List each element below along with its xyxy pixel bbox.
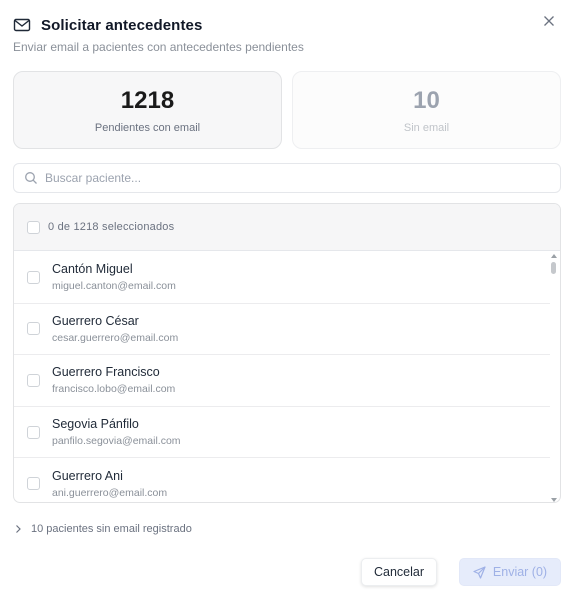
list-item[interactable]: Segovia Pánfilo panfilo.segovia@email.co… bbox=[14, 407, 550, 459]
selection-count: 0 de 1218 seleccionados bbox=[48, 221, 175, 233]
patient-name: Cantón Miguel bbox=[52, 262, 133, 277]
row-checkbox[interactable] bbox=[27, 270, 40, 284]
stat-no-email-label: Sin email bbox=[403, 121, 450, 134]
patient-name: Segovia Pánfilo bbox=[52, 417, 139, 432]
list-scrollbar[interactable] bbox=[548, 252, 560, 502]
search-input[interactable] bbox=[45, 171, 525, 185]
cancel-button[interactable]: Cancelar bbox=[361, 558, 437, 586]
close-icon[interactable] bbox=[538, 10, 560, 32]
row-checkbox[interactable] bbox=[27, 373, 40, 387]
list-item[interactable]: Guerrero Francisco francisco.lobo@email.… bbox=[14, 355, 550, 407]
patient-email: francisco.lobo@email.com bbox=[52, 383, 176, 396]
chevron-right-icon bbox=[13, 524, 23, 534]
no-email-patients-toggle[interactable]: 10 pacientes sin email registrado bbox=[13, 521, 192, 537]
patient-email: panfilo.segovia@email.com bbox=[52, 435, 181, 448]
list-item[interactable]: Cantón Miguel miguel.canton@email.com bbox=[14, 252, 550, 304]
no-email-patients-label: 10 pacientes sin email registrado bbox=[31, 523, 192, 535]
row-checkbox[interactable] bbox=[27, 425, 40, 439]
patient-name: Guerrero Francisco bbox=[52, 365, 160, 380]
dialog-title: Solicitar antecedentes bbox=[41, 16, 203, 34]
search-box bbox=[13, 163, 561, 193]
stat-pending-label: Pendientes con email bbox=[94, 121, 201, 134]
search-icon bbox=[24, 171, 38, 185]
scrollbar-thumb[interactable] bbox=[551, 262, 556, 274]
send-icon bbox=[473, 565, 486, 579]
row-checkbox[interactable] bbox=[27, 322, 40, 336]
patient-email: cesar.guerrero@email.com bbox=[52, 331, 179, 344]
row-checkbox[interactable] bbox=[27, 477, 40, 491]
stat-no-email: 10 Sin email bbox=[292, 71, 561, 149]
stat-no-email-value: 10 bbox=[413, 86, 440, 114]
patient-rows: Cantón Miguel miguel.canton@email.com Gu… bbox=[14, 252, 550, 502]
patient-email: ani.guerrero@email.com bbox=[52, 486, 168, 499]
stat-pending-with-email: 1218 Pendientes con email bbox=[13, 71, 282, 149]
scroll-up-arrow-icon[interactable] bbox=[551, 254, 557, 258]
list-item[interactable]: Guerrero Ani ani.guerrero@email.com bbox=[14, 458, 550, 502]
patient-email: miguel.canton@email.com bbox=[52, 280, 176, 293]
solicitar-antecedentes-dialog: Solicitar antecedentes Enviar email a pa… bbox=[0, 0, 575, 602]
patient-list: 0 de 1218 seleccionados Cantón Miguel mi… bbox=[13, 203, 561, 503]
dialog-subtitle: Enviar email a pacientes con antecedente… bbox=[13, 40, 304, 54]
mail-icon bbox=[13, 16, 31, 34]
scroll-down-arrow-icon[interactable] bbox=[551, 498, 557, 502]
send-button-label: Enviar (0) bbox=[492, 565, 548, 579]
patient-name: Guerrero Ani bbox=[52, 468, 123, 483]
dialog-header: Solicitar antecedentes bbox=[13, 14, 562, 36]
list-item[interactable]: Guerrero César cesar.guerrero@email.com bbox=[14, 304, 550, 356]
list-header: 0 de 1218 seleccionados bbox=[14, 204, 560, 251]
patient-name: Guerrero César bbox=[52, 313, 139, 328]
send-button[interactable]: Enviar (0) bbox=[459, 558, 561, 586]
stat-pending-value: 1218 bbox=[120, 86, 175, 114]
select-all-checkbox[interactable] bbox=[27, 220, 40, 234]
